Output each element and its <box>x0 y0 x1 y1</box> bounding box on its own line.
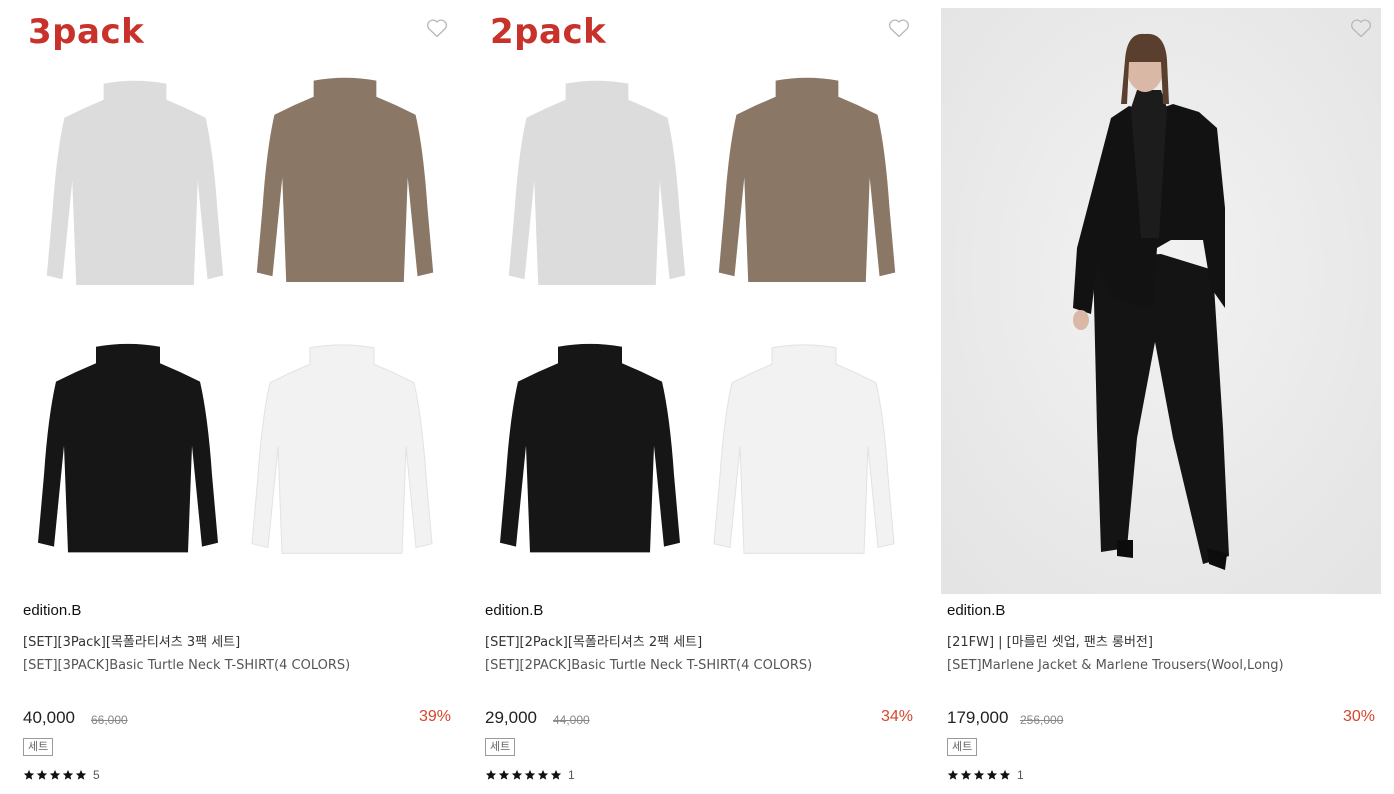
brand-name[interactable]: edition.B <box>485 602 543 619</box>
shoe <box>1117 540 1133 558</box>
star-icon <box>75 769 87 780</box>
star-icon <box>999 769 1011 780</box>
turtleneck-set-illustration <box>500 77 896 554</box>
brand-name[interactable]: edition.B <box>23 602 81 619</box>
rating: 1 <box>485 768 575 782</box>
product-name-english[interactable]: [SET][3PACK]Basic Turtle Neck T-SHIRT(4 … <box>23 658 350 673</box>
product-card[interactable]: 3pack edition.B [SET][3Pack][목폴라티셔츠 3팩 세… <box>17 0 457 794</box>
product-image[interactable]: 3pack <box>17 8 457 594</box>
shirt-black <box>500 343 680 553</box>
review-count: 5 <box>93 768 100 782</box>
star-icon <box>973 769 985 780</box>
star-icon <box>947 769 959 780</box>
sale-price: 40,000 <box>23 708 75 727</box>
model-photo-illustration <box>941 8 1381 594</box>
product-name-korean[interactable]: [21FW] | [마를린 셋업, 팬츠 롱버전] <box>947 631 1153 650</box>
star-icon <box>550 769 562 780</box>
star-icon <box>511 769 523 780</box>
product-card[interactable]: edition.B [21FW] | [마를린 셋업, 팬츠 롱버전] [SET… <box>941 0 1381 794</box>
discount-rate: 39% <box>418 708 451 725</box>
discount-rate: 30% <box>1342 708 1375 725</box>
original-price: 66,000 <box>91 713 128 727</box>
original-price: 44,000 <box>553 713 590 727</box>
star-icon <box>498 769 510 780</box>
shirt-taupe <box>256 77 434 282</box>
sale-price: 179,000 <box>947 708 1009 727</box>
heart-icon[interactable] <box>887 16 911 40</box>
star-icon <box>62 769 74 780</box>
product-name-english[interactable]: [SET][2PACK]Basic Turtle Neck T-SHIRT(4 … <box>485 658 812 673</box>
set-badge: 세트 <box>947 738 978 756</box>
shirt-black <box>38 343 218 553</box>
heart-icon[interactable] <box>1349 16 1373 40</box>
review-count: 1 <box>1017 768 1024 782</box>
pack-label: 3pack <box>28 12 145 52</box>
shirt-white <box>251 344 433 554</box>
shirt-light-gray <box>46 80 224 285</box>
star-rating <box>23 769 87 781</box>
product-image[interactable]: 2pack <box>479 8 919 594</box>
original-price: 256,000 <box>1020 713 1064 727</box>
rating: 5 <box>23 768 100 782</box>
star-icon <box>986 769 998 780</box>
product-image[interactable] <box>941 8 1381 594</box>
star-icon <box>537 769 549 780</box>
shirt-light-gray <box>508 80 686 285</box>
product-name-korean[interactable]: [SET][2Pack][목폴라티셔츠 2팩 세트] <box>485 631 702 650</box>
star-icon <box>49 769 61 780</box>
rating: 1 <box>947 768 1024 782</box>
star-icon <box>23 769 35 780</box>
product-name-english[interactable]: [SET]Marlene Jacket & Marlene Trousers(W… <box>947 658 1284 673</box>
review-count: 1 <box>568 768 575 782</box>
shirt-white <box>713 344 895 554</box>
discount-rate: 34% <box>880 708 913 725</box>
sale-price: 29,000 <box>485 708 537 727</box>
hand <box>1073 310 1089 330</box>
set-badge: 세트 <box>23 738 54 756</box>
pack-label: 2pack <box>490 12 607 52</box>
shirt-taupe <box>718 77 896 282</box>
star-icon <box>36 769 48 780</box>
heart-icon[interactable] <box>425 16 449 40</box>
star-icon <box>485 769 497 780</box>
star-rating <box>485 769 562 781</box>
product-grid: 3pack edition.B [SET][3Pack][목폴라티셔츠 3팩 세… <box>0 0 1394 794</box>
brand-name[interactable]: edition.B <box>947 602 1005 619</box>
set-badge: 세트 <box>485 738 516 756</box>
star-rating <box>947 769 1011 781</box>
star-icon <box>524 769 536 780</box>
product-card[interactable]: 2pack edition.B [SET][2Pack][목폴라티셔츠 2팩 세… <box>479 0 919 794</box>
star-icon <box>960 769 972 780</box>
product-name-korean[interactable]: [SET][3Pack][목폴라티셔츠 3팩 세트] <box>23 631 240 650</box>
turtleneck-set-illustration <box>38 77 434 554</box>
